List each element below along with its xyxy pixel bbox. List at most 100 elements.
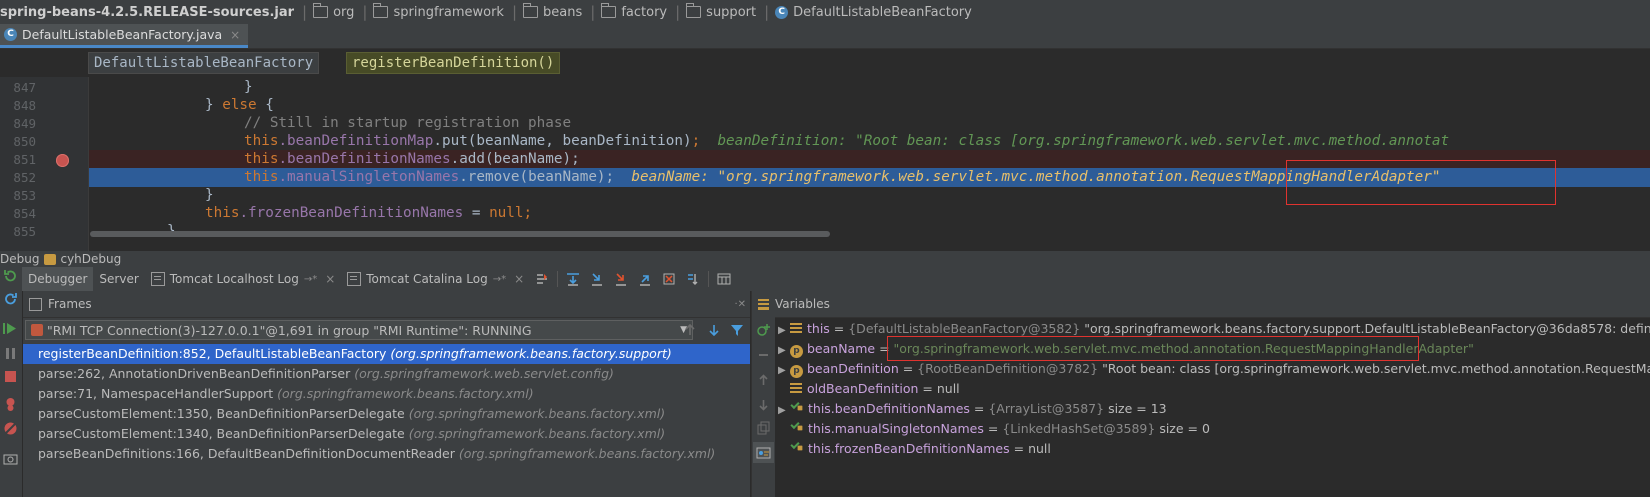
pin-icon[interactable]: →* <box>493 274 506 285</box>
variable-type: {LinkedHashSet@3589} <box>1002 421 1160 436</box>
editor-gutter[interactable]: 847 848 849 850 851 852 853 854 855 <box>0 77 89 251</box>
expand-icon[interactable]: ▶ <box>778 321 790 341</box>
run-to-cursor-icon[interactable] <box>686 272 700 286</box>
step-over-icon[interactable] <box>566 272 580 286</box>
frame-method: parse:71, NamespaceHandlerSupport <box>38 386 278 401</box>
rerun-icon[interactable] <box>3 269 18 284</box>
tab-server[interactable]: Server <box>93 267 144 291</box>
folder-icon <box>686 3 702 18</box>
breadcrumb-class[interactable]: | C DefaultListableBeanFactory <box>756 0 972 24</box>
breadcrumb-factory[interactable]: | factory <box>582 0 667 24</box>
breadcrumb-separator: | <box>675 3 681 21</box>
tab-label: Tomcat Localhost Log <box>169 272 299 286</box>
force-step-into-icon[interactable] <box>614 272 628 286</box>
watch-field-icon <box>790 401 804 413</box>
breadcrumb-beans[interactable]: | beans <box>504 0 582 24</box>
breakpoint-icon[interactable] <box>56 154 69 167</box>
code-editor[interactable]: 847 848 849 850 851 852 853 854 855 } } … <box>0 77 1650 251</box>
camera-icon[interactable] <box>3 451 18 466</box>
frame-item[interactable]: parseCustomElement:1350, BeanDefinitionP… <box>23 404 750 424</box>
show-execution-point-icon[interactable] <box>535 272 549 286</box>
code-token: .add(beanName); <box>450 151 580 167</box>
variable-equals: = <box>898 361 918 376</box>
filter-icon[interactable] <box>730 323 744 337</box>
field-icon <box>790 322 803 333</box>
thread-select[interactable]: "RMI TCP Connection(3)-127.0.0.1"@1,691 … <box>25 320 693 340</box>
pause-icon[interactable] <box>3 346 18 361</box>
close-icon[interactable]: × <box>325 272 335 286</box>
close-icon[interactable]: × <box>230 28 240 42</box>
frame-item[interactable]: parse:262, AnnotationDrivenBeanDefinitio… <box>23 364 750 384</box>
breadcrumb-springframework[interactable]: | springframework <box>354 0 504 24</box>
log-icon <box>347 272 362 286</box>
variable-row-frozenBeanDefinitionNames[interactable]: this.frozenBeanDefinitionNames = null <box>778 439 1051 459</box>
editor-tab-active[interactable]: C DefaultListableBeanFactory.java × <box>0 24 249 48</box>
code-field: .frozenBeanDefinitionNames <box>239 205 464 221</box>
step-into-icon[interactable] <box>590 272 604 286</box>
resume-icon[interactable] <box>3 321 18 336</box>
frame-package: (org.springframework.beans.factory.suppo… <box>390 346 672 361</box>
variable-equals: = <box>918 381 937 396</box>
breadcrumb-separator: | <box>511 3 518 21</box>
breadcrumb-support[interactable]: | support <box>667 0 756 24</box>
stop-icon[interactable] <box>3 369 18 384</box>
frame-item[interactable]: parse:71, NamespaceHandlerSupport (org.s… <box>23 384 750 404</box>
mute-breakpoints-icon[interactable] <box>3 421 18 436</box>
frame-method: registerBeanDefinition:852, DefaultLista… <box>38 346 391 361</box>
folder-icon <box>373 3 389 18</box>
previous-frame-icon[interactable] <box>684 324 696 336</box>
nav-method-chip[interactable]: registerBeanDefinition() <box>346 52 561 74</box>
move-down-icon[interactable] <box>756 397 771 412</box>
frame-item-selected[interactable]: registerBeanDefinition:852, DefaultLista… <box>23 344 750 364</box>
variable-type: {DefaultListableBeanFactory@3582} <box>848 321 1085 336</box>
code-keyword: this <box>205 205 240 221</box>
variable-value: size = 0 <box>1159 421 1210 436</box>
tab-tomcat-catalina-log[interactable]: Tomcat Catalina Log →* × <box>341 267 530 291</box>
copy-icon[interactable] <box>756 421 771 436</box>
show-watches-toggle[interactable] <box>753 442 774 463</box>
code-keyword: null <box>489 205 524 221</box>
variable-name: this.manualSingletonNames <box>808 421 984 436</box>
breadcrumb: spring-beans-4.2.5.RELEASE-sources.jar |… <box>0 0 1650 25</box>
watch-field-icon <box>790 421 804 433</box>
evaluate-expression-icon[interactable] <box>717 272 731 286</box>
code-comment: // Still in startup registration phase <box>244 115 572 131</box>
tab-debugger[interactable]: Debugger <box>22 267 94 291</box>
panel-settings-icon[interactable]: ·✕ <box>734 299 746 310</box>
breadcrumb-jar[interactable]: spring-beans-4.2.5.RELEASE-sources.jar <box>0 0 294 24</box>
expand-icon[interactable]: ▶ <box>778 361 790 381</box>
tab-tomcat-localhost-log[interactable]: Tomcat Localhost Log →* × <box>145 267 342 291</box>
step-out-icon[interactable] <box>638 272 652 286</box>
frame-item[interactable]: parseBeanDefinitions:166, DefaultBeanDef… <box>23 444 750 464</box>
line-number: 852 <box>13 170 36 185</box>
nav-class-chip[interactable]: DefaultListableBeanFactory <box>88 52 320 74</box>
editor-horizontal-scrollbar[interactable] <box>90 231 830 237</box>
drop-frame-icon[interactable] <box>662 272 676 286</box>
breadcrumb-separator: | <box>590 3 596 21</box>
variable-row-manualSingletonNames[interactable]: this.manualSingletonNames = {LinkedHashS… <box>778 419 1210 439</box>
variable-row-beanDefinitionNames[interactable]: ▶ this.beanDefinitionNames = {ArrayList@3… <box>778 399 1167 419</box>
breadcrumb-org[interactable]: | org <box>294 0 354 24</box>
code-line-848: } else { <box>89 96 1650 115</box>
close-icon[interactable]: × <box>514 272 524 286</box>
variables-title: Variables <box>775 297 830 311</box>
refresh-icon[interactable] <box>3 292 18 307</box>
pin-icon[interactable]: →* <box>304 274 317 285</box>
move-up-icon[interactable] <box>756 373 771 388</box>
remove-watch-icon[interactable] <box>756 347 771 362</box>
frame-method: parseBeanDefinitions:166, DefaultBeanDef… <box>38 446 459 461</box>
editor-tab-bar: C DefaultListableBeanFactory.java × <box>0 24 1650 49</box>
variable-row-oldBeanDefinition[interactable]: oldBeanDefinition = null <box>778 379 960 399</box>
expand-icon[interactable]: ▶ <box>778 341 790 361</box>
next-frame-icon[interactable] <box>708 324 720 336</box>
code-line-849: // Still in startup registration phase <box>89 114 1650 133</box>
code-token: = <box>463 205 490 221</box>
frame-item[interactable]: parseCustomElement:1340, BeanDefinitionP… <box>23 424 750 444</box>
code-token: ; <box>691 133 701 149</box>
new-watch-icon[interactable] <box>756 323 771 338</box>
variable-row-beanDefinition[interactable]: ▶ p beanDefinition = {RootBeanDefinition@3… <box>778 359 1650 379</box>
view-breakpoints-icon[interactable] <box>3 397 18 412</box>
expand-icon[interactable]: ▶ <box>778 401 790 421</box>
code-line-854: this.frozenBeanDefinitionNames = null; <box>89 204 1650 223</box>
variable-type: {ArrayList@3587} <box>988 401 1109 416</box>
